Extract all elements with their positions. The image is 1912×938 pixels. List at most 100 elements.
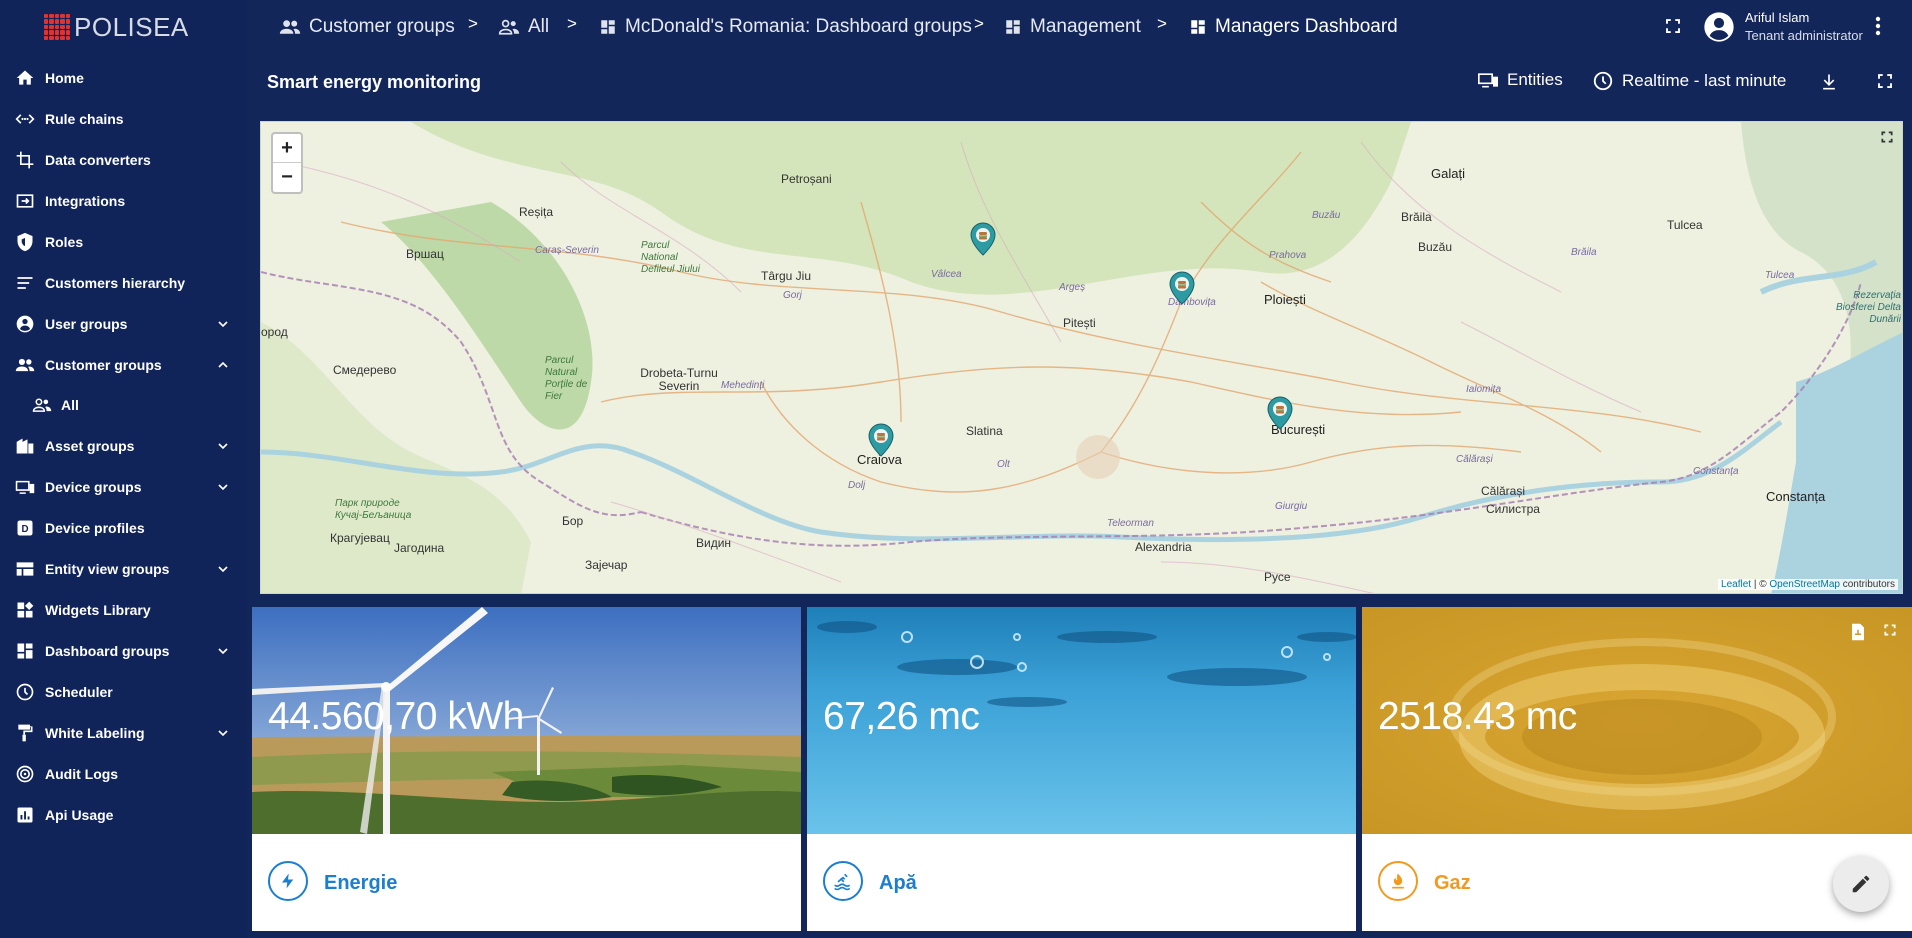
sidebar-item-home[interactable]: Home	[0, 58, 247, 98]
sidebar-item-device-profiles[interactable]: D Device profiles	[0, 508, 247, 548]
zoom-out-button[interactable]: −	[273, 163, 301, 192]
sidebar-item-roles[interactable]: Roles	[0, 222, 247, 262]
entities-button[interactable]: Entities	[1477, 70, 1563, 90]
map-label: Constanța	[1693, 466, 1739, 477]
sidebar-item-device-groups[interactable]: Device groups	[0, 467, 247, 507]
map-zoom-control: + −	[271, 132, 303, 194]
leaflet-link[interactable]: Leaflet	[1721, 579, 1751, 590]
breadcrumb-label: Managers Dashboard	[1215, 16, 1398, 37]
breadcrumb-label: McDonald's Romania: Dashboard groups	[625, 16, 972, 37]
map-tiles[interactable]	[261, 122, 1903, 594]
breadcrumb-label: All	[528, 16, 550, 37]
map-label: Constanța	[1766, 489, 1826, 504]
dashboard-icon	[1006, 20, 1020, 34]
water-value: 67,26 mc	[823, 695, 980, 738]
chevron-up-icon[interactable]	[215, 357, 231, 373]
map-label: Reșița	[519, 205, 554, 219]
hierarchy-icon	[15, 273, 35, 293]
breadcrumb-customer-groups[interactable]: Customer groups	[279, 0, 455, 54]
rule-chains-icon	[15, 109, 35, 129]
map-marker-icon[interactable]	[970, 222, 996, 256]
map-label: Tulcea	[1667, 218, 1703, 232]
chevron-down-icon[interactable]	[215, 479, 231, 495]
attribution-tail: contributors	[1839, 579, 1895, 590]
device-groups-icon	[15, 477, 35, 497]
sidebar-item-api-usage[interactable]: Api Usage	[0, 795, 247, 835]
user-menu[interactable]: Ariful Islam Tenant administrator	[1703, 6, 1863, 48]
sidebar-item-rule-chains[interactable]: Rule chains	[0, 99, 247, 139]
sidebar-item-scheduler[interactable]: Scheduler	[0, 672, 247, 712]
timewindow-button[interactable]: Realtime - last minute	[1592, 70, 1786, 92]
sidebar-item-label: All	[61, 397, 79, 413]
attribution-separator: | ©	[1751, 579, 1770, 590]
map-marker-icon[interactable]	[1169, 271, 1195, 305]
sidebar-item-label: Device groups	[45, 479, 142, 495]
device-profiles-icon: D	[15, 518, 35, 538]
map-label: Јагодина	[394, 541, 445, 555]
map-label: Galați	[1431, 166, 1465, 181]
sidebar-item-all[interactable]: All	[0, 385, 247, 425]
breadcrumb-managers-dashboard[interactable]: Managers Dashboard	[1189, 0, 1398, 54]
map-widget[interactable]: + − Galați Petroșani Reșița Brăila Tulce…	[260, 121, 1903, 594]
more-vert-icon[interactable]	[1874, 15, 1882, 37]
home-icon	[15, 68, 35, 88]
sidebar-item-data-converters[interactable]: Data converters	[0, 140, 247, 180]
map-marker-icon[interactable]	[868, 423, 894, 457]
map-label: Buzău	[1418, 240, 1453, 254]
devices-icon	[1478, 73, 1498, 88]
logo-mark-icon	[44, 14, 70, 40]
breadcrumb-all[interactable]: All	[498, 0, 549, 54]
map-label: Prahova	[1269, 250, 1307, 261]
map-label: Teleorman	[1107, 518, 1154, 529]
export-file-icon[interactable]	[1850, 623, 1866, 641]
gas-card[interactable]: 2518.43 mc Gaz	[1362, 607, 1912, 931]
map-label: Giurgiu	[1275, 501, 1308, 512]
sidebar-item-audit-logs[interactable]: Audit Logs	[0, 754, 247, 794]
edit-dashboard-button[interactable]	[1833, 856, 1889, 912]
top-toolbar: Customer groups > All > McDonald's Roman…	[247, 0, 1912, 54]
chevron-down-icon[interactable]	[215, 438, 231, 454]
chevron-down-icon[interactable]	[215, 316, 231, 332]
fullscreen-icon[interactable]	[1876, 72, 1894, 90]
map-fullscreen-icon[interactable]	[1880, 130, 1894, 144]
sidebar-item-customers-hierarchy[interactable]: Customers hierarchy	[0, 263, 247, 303]
sidebar-item-dashboard-groups[interactable]: Dashboard groups	[0, 631, 247, 671]
sidebar-item-customer-groups[interactable]: Customer groups	[0, 345, 247, 385]
group-icon	[498, 19, 520, 35]
breadcrumb-dashboard-groups[interactable]: McDonald's Romania: Dashboard groups	[599, 0, 972, 54]
map-label: Gorj	[783, 290, 802, 301]
sidebar-item-label: Roles	[45, 234, 84, 250]
map-label: Parcul National Defileul Jiului	[641, 240, 700, 275]
breadcrumb-management[interactable]: Management	[1004, 0, 1141, 54]
map-label: Brăila	[1571, 247, 1597, 258]
widgets-icon	[15, 600, 35, 620]
map-label: Ialomița	[1466, 384, 1502, 395]
download-icon[interactable]	[1819, 72, 1839, 92]
chevron-down-icon[interactable]	[215, 643, 231, 659]
sidebar-item-integrations[interactable]: Integrations	[0, 181, 247, 221]
sidebar-item-white-labeling[interactable]: White Labeling	[0, 713, 247, 753]
energy-label: Energie	[324, 872, 398, 894]
map-label: Târgu Jiu	[761, 269, 812, 283]
zoom-in-button[interactable]: +	[273, 134, 301, 163]
map-label: Зајечар	[585, 558, 628, 572]
widget-fullscreen-icon[interactable]	[1883, 623, 1897, 637]
sidebar-item-asset-groups[interactable]: Asset groups	[0, 426, 247, 466]
map-marker-icon[interactable]	[1267, 396, 1293, 430]
water-card[interactable]: 67,26 mc Apă	[807, 607, 1356, 931]
sidebar-item-entity-view-groups[interactable]: Entity view groups	[0, 549, 247, 589]
chevron-down-icon[interactable]	[215, 725, 231, 741]
energy-value: 44.560,70 kWh	[268, 695, 524, 738]
sidebar-item-user-groups[interactable]: User groups	[0, 304, 247, 344]
sidebar-item-widgets-library[interactable]: Widgets Library	[0, 590, 247, 630]
fullscreen-icon[interactable]	[1664, 17, 1682, 35]
sidebar-item-label: Asset groups	[45, 438, 135, 454]
map-label: Drobeta-Turnu Severin	[640, 366, 718, 393]
chevron-down-icon[interactable]	[215, 561, 231, 577]
integrations-icon	[15, 191, 35, 211]
map-label: Ploiești	[1264, 292, 1306, 307]
openstreetmap-link[interactable]: OpenStreetMap	[1769, 579, 1840, 590]
logo[interactable]: POLISEA	[0, 0, 247, 54]
map-label: Buzău	[1312, 210, 1341, 221]
energy-card[interactable]: 44.560,70 kWh Energie	[252, 607, 801, 931]
